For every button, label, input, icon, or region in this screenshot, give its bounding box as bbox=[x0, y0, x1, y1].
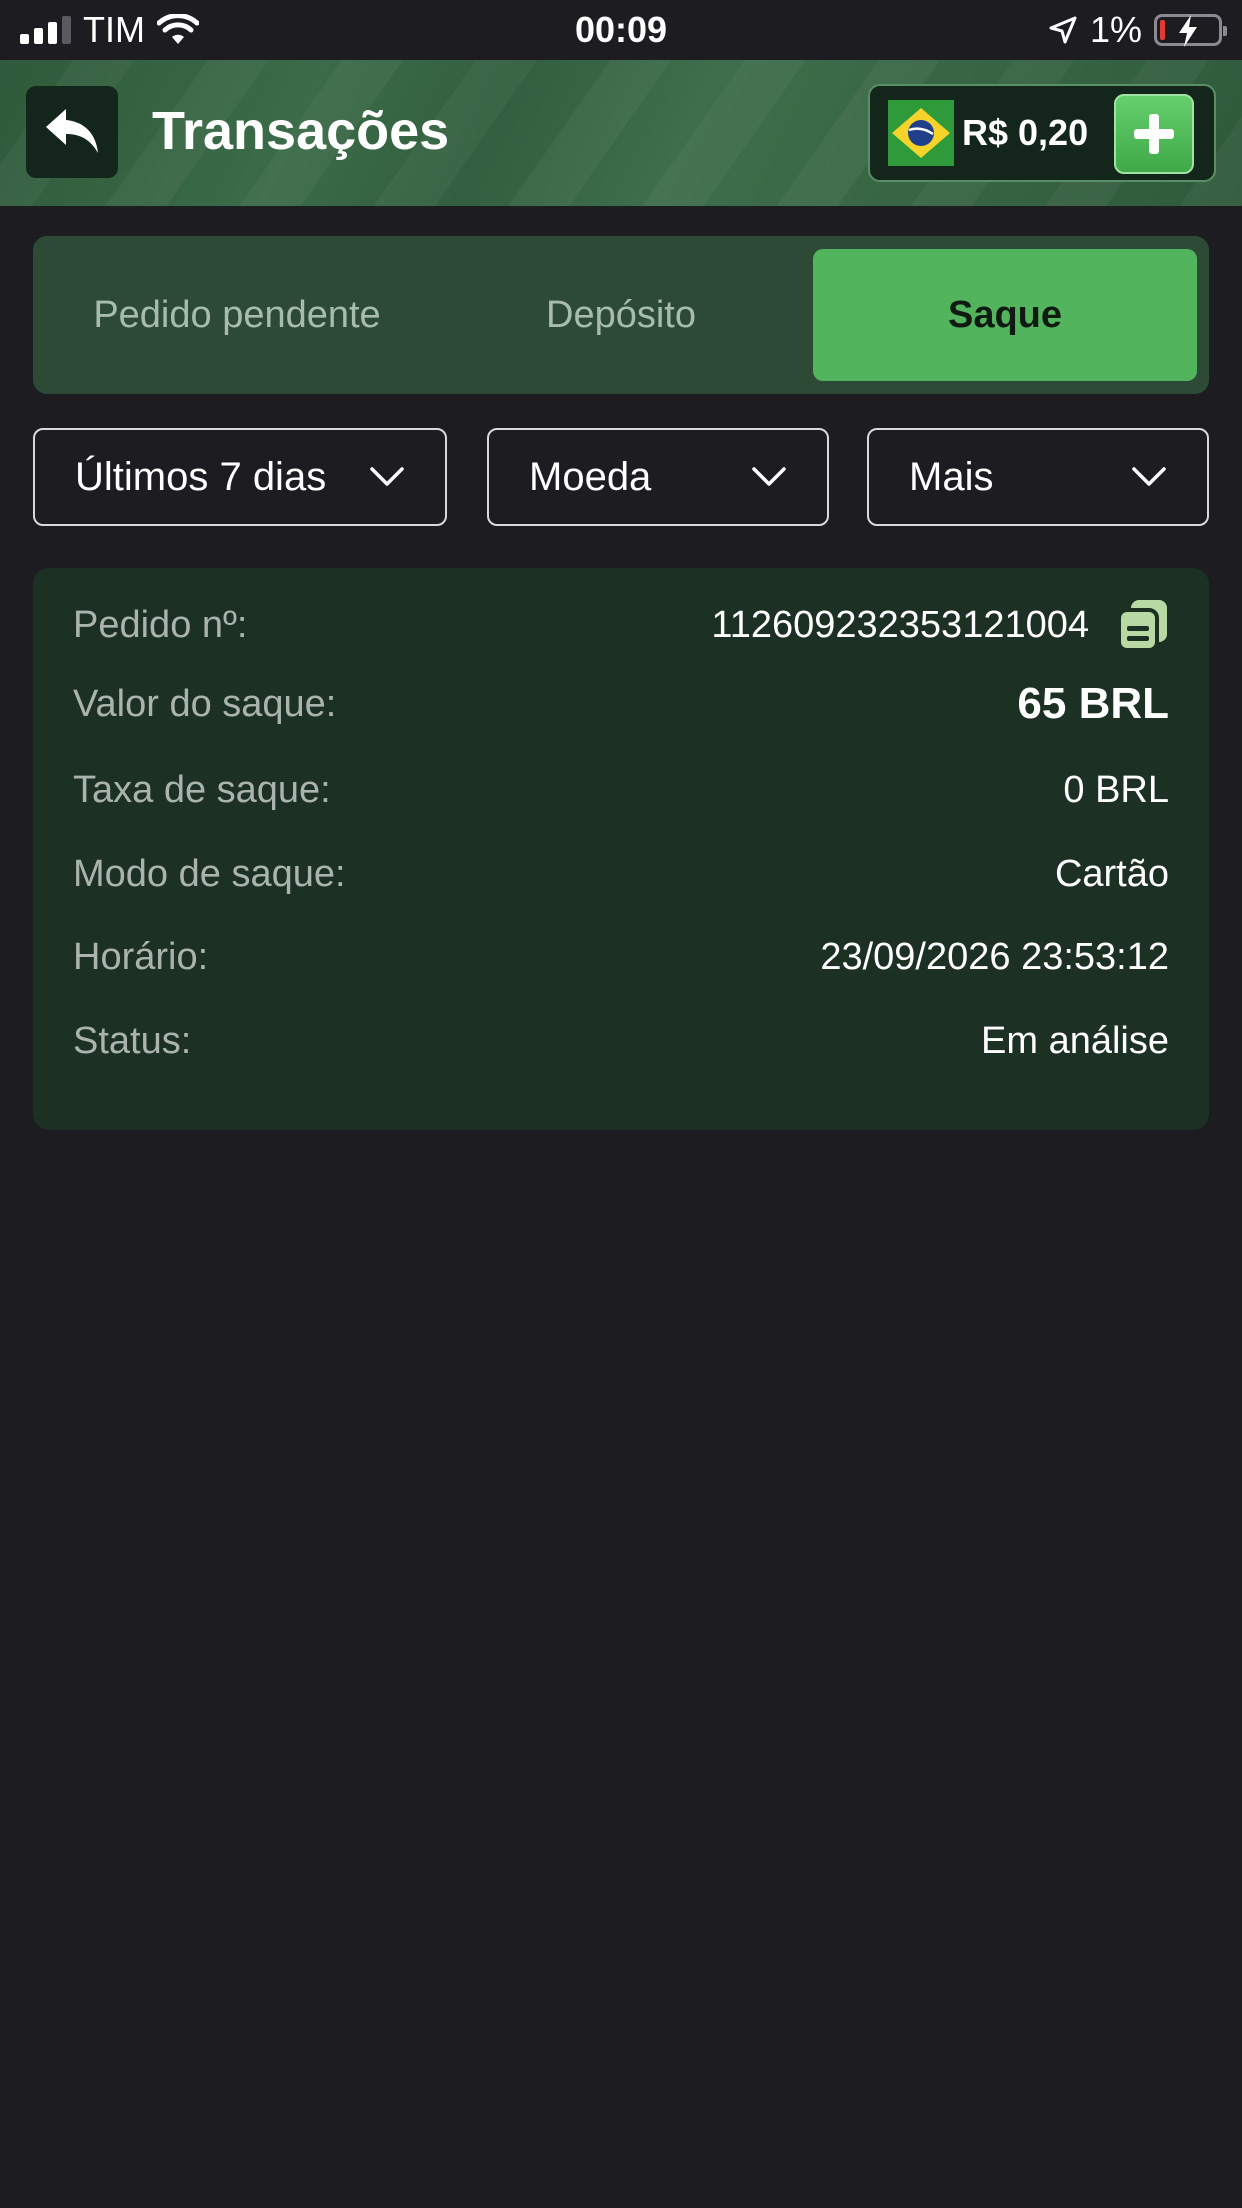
balance-widget[interactable]: R$ 0,20 bbox=[868, 84, 1216, 182]
order-number-value-wrap: 112609232353121004 bbox=[711, 598, 1169, 652]
battery-icon bbox=[1154, 14, 1227, 47]
tab-deposit[interactable]: Depósito bbox=[429, 249, 813, 381]
withdrawal-amount-value: 65 BRL bbox=[1017, 679, 1169, 728]
cellular-signal-icon bbox=[20, 16, 71, 44]
back-arrow-icon bbox=[46, 109, 98, 153]
battery-percent: 1% bbox=[1089, 9, 1142, 50]
deposit-add-button[interactable] bbox=[1114, 94, 1194, 174]
more-dropdown[interactable]: Mais bbox=[867, 428, 1209, 526]
period-dropdown[interactable]: Últimos 7 dias bbox=[33, 428, 447, 526]
withdrawal-mode-value: Cartão bbox=[1054, 852, 1169, 895]
carrier-name: TIM bbox=[83, 9, 145, 50]
page-title: Transações bbox=[152, 101, 450, 161]
charging-bolt-icon bbox=[1179, 15, 1197, 47]
copy-icon[interactable] bbox=[1117, 598, 1169, 652]
order-number-label: Pedido nº: bbox=[73, 603, 248, 646]
status-label: Status: bbox=[73, 1019, 192, 1062]
wifi-icon bbox=[156, 14, 199, 44]
transaction-card: Pedido nº: 112609232353121004 Valor do s… bbox=[33, 568, 1209, 1130]
withdrawal-fee-label: Taxa de saque: bbox=[73, 768, 331, 811]
time-value: 23/09/2026 23:53:12 bbox=[820, 935, 1169, 978]
plus-icon bbox=[1134, 114, 1174, 154]
filter-bar: Últimos 7 dias Moeda Mais bbox=[33, 428, 1209, 526]
status-row: Status: Em análise bbox=[73, 1011, 1169, 1071]
withdrawal-mode-row: Modo de saque: Cartão bbox=[73, 844, 1169, 904]
brazil-flag-icon bbox=[888, 100, 954, 166]
withdrawal-amount-row: Valor do saque: 65 BRL bbox=[73, 674, 1169, 734]
currency-dropdown-label: Moeda bbox=[529, 454, 652, 499]
withdrawal-amount-label: Valor do saque: bbox=[73, 682, 337, 725]
withdrawal-fee-value: 0 BRL bbox=[1063, 768, 1169, 811]
order-number-row: Pedido nº: 112609232353121004 bbox=[73, 595, 1169, 655]
location-arrow-icon bbox=[1049, 16, 1077, 44]
tab-withdrawal[interactable]: Saque bbox=[813, 249, 1197, 381]
back-button[interactable] bbox=[26, 86, 118, 178]
transaction-tabs: Pedido pendente Depósito Saque bbox=[33, 236, 1209, 394]
chevron-down-icon bbox=[752, 467, 786, 486]
tab-pending-order[interactable]: Pedido pendente bbox=[45, 249, 429, 381]
balance-amount: R$ 0,20 bbox=[962, 112, 1089, 153]
time-label: Horário: bbox=[73, 935, 209, 978]
order-number-value: 112609232353121004 bbox=[711, 603, 1089, 646]
app-header: Transações R$ 0,20 bbox=[0, 60, 1242, 206]
currency-dropdown[interactable]: Moeda bbox=[487, 428, 829, 526]
withdrawal-mode-label: Modo de saque: bbox=[73, 852, 346, 895]
status-value: Em análise bbox=[981, 1019, 1169, 1062]
more-dropdown-label: Mais bbox=[909, 454, 994, 499]
status-right: 1% bbox=[1048, 9, 1227, 51]
period-dropdown-label: Últimos 7 dias bbox=[75, 454, 327, 499]
chevron-down-icon bbox=[370, 467, 404, 486]
chevron-down-icon bbox=[1132, 467, 1166, 486]
time-row: Horário: 23/09/2026 23:53:12 bbox=[73, 927, 1169, 987]
status-left: TIM bbox=[20, 9, 199, 51]
status-bar: TIM 00:09 1% bbox=[0, 0, 1242, 60]
withdrawal-fee-row: Taxa de saque: 0 BRL bbox=[73, 760, 1169, 820]
